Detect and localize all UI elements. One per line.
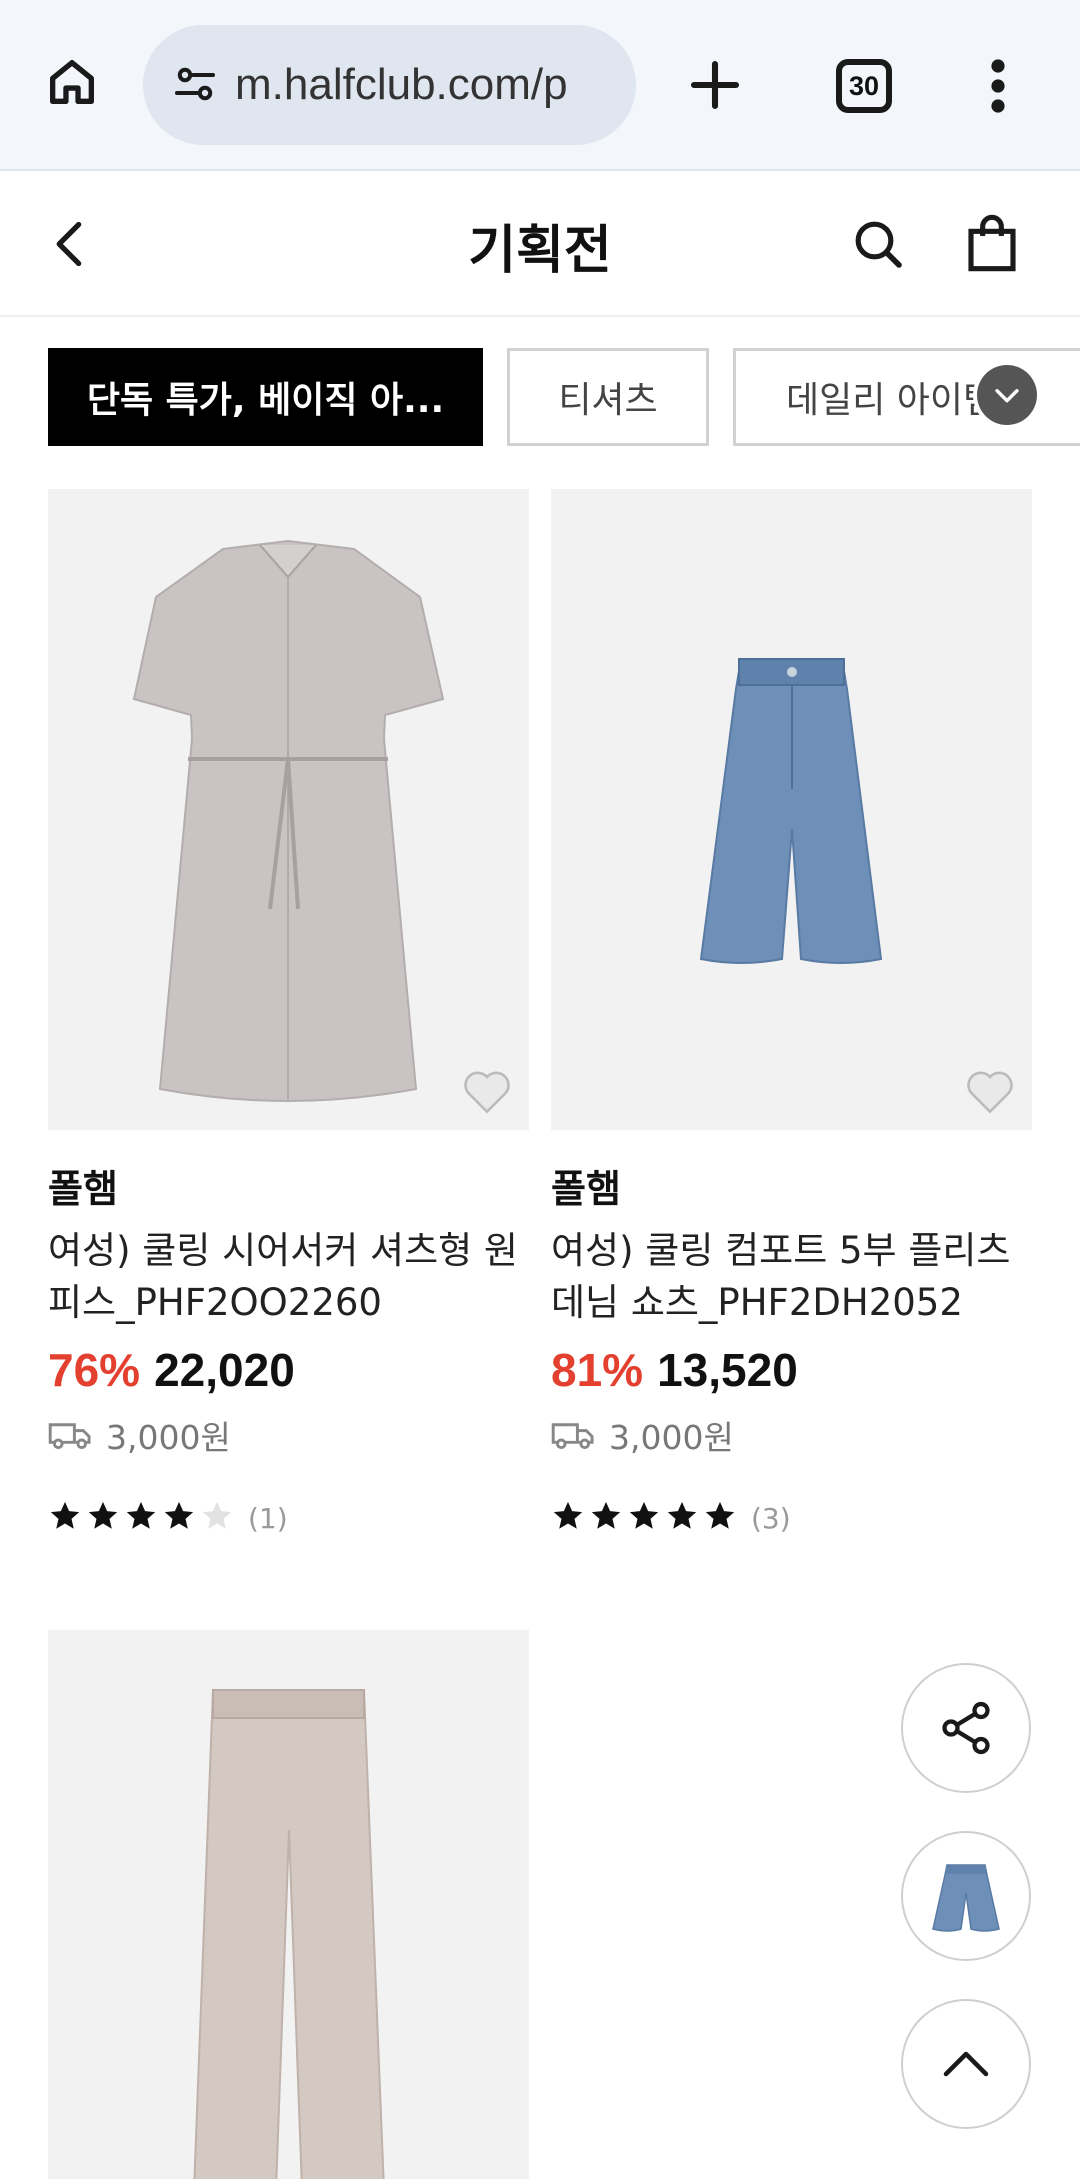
star-filled-icon: [164, 1501, 194, 1529]
tune-icon[interactable]: [165, 55, 225, 115]
star-filled-icon: [667, 1501, 697, 1529]
star-filled-icon: [629, 1501, 659, 1529]
discount-rate: 81%: [551, 1344, 644, 1396]
star-rating: [551, 1499, 741, 1537]
review-count: (3): [751, 1501, 791, 1535]
url-text[interactable]: m.halfclub.com/p: [235, 60, 568, 110]
chip-active[interactable]: 단독 특가, 베이직 아...: [48, 348, 483, 446]
star-filled-icon: [705, 1501, 735, 1529]
shipping-row: 3,000원: [48, 1411, 529, 1459]
star-filled-icon: [50, 1501, 80, 1529]
product-card[interactable]: 폴햄 여성) 쿨링 시어서커 셔츠형 원피스_PHF2OO2260 76% 22…: [48, 489, 529, 1537]
star-filled-icon: [553, 1501, 583, 1529]
star-rating: [48, 1499, 238, 1537]
shipping-fee: 3,000원: [106, 1418, 231, 1457]
product-image-dress[interactable]: [48, 489, 529, 1130]
product-image-denim-shorts[interactable]: [551, 489, 1032, 1130]
product-card[interactable]: [48, 1630, 529, 2179]
more-vert-icon[interactable]: [978, 55, 1018, 117]
app-header: 기획전: [0, 172, 1080, 317]
product-brand: 폴햄: [48, 1167, 118, 1211]
product-brand: 폴햄: [551, 1167, 621, 1211]
tab-switcher-button[interactable]: 30: [836, 59, 892, 113]
shopping-bag-icon[interactable]: [960, 208, 1024, 278]
chevron-down-icon[interactable]: [977, 365, 1037, 425]
sale-price: 22,020: [154, 1344, 295, 1396]
price-row: 76% 22,020: [48, 1343, 529, 1397]
recent-item-thumbnail[interactable]: [901, 1831, 1031, 1961]
share-icon: [942, 1701, 990, 1755]
category-chip-row: 단독 특가, 베이직 아... 티셔츠 데일리 아이템: [0, 348, 1080, 446]
star-filled-icon: [591, 1501, 621, 1529]
browser-toolbar: m.halfclub.com/p 30: [0, 0, 1080, 171]
product-name[interactable]: 여성) 쿨링 컴포트 5부 플리츠 데님 쇼츠_PHF2DH2052: [551, 1225, 1032, 1329]
page-title: 기획전: [468, 221, 612, 281]
product-image-pants[interactable]: [48, 1630, 529, 2179]
star-empty-icon: [202, 1501, 232, 1529]
search-icon[interactable]: [846, 212, 910, 276]
share-button[interactable]: [901, 1663, 1031, 1793]
truck-icon: [551, 1423, 594, 1450]
new-tab-icon[interactable]: [680, 50, 750, 120]
rating-row: (3): [551, 1499, 1032, 1537]
sale-price: 13,520: [657, 1344, 798, 1396]
wishlist-heart-icon[interactable]: [461, 1066, 513, 1114]
wishlist-heart-icon[interactable]: [964, 1066, 1016, 1114]
chevron-up-icon: [943, 2051, 989, 2077]
product-card[interactable]: 폴햄 여성) 쿨링 컴포트 5부 플리츠 데님 쇼츠_PHF2DH2052 81…: [551, 489, 1032, 1537]
shipping-fee: 3,000원: [609, 1418, 734, 1457]
home-icon[interactable]: [40, 50, 104, 114]
shipping-row: 3,000원: [551, 1411, 1032, 1459]
scroll-top-button[interactable]: [901, 1999, 1031, 2129]
price-row: 81% 13,520: [551, 1343, 1032, 1397]
star-filled-icon: [88, 1501, 118, 1529]
star-filled-icon: [126, 1501, 156, 1529]
chip-tshirts[interactable]: 티셔츠: [507, 348, 709, 446]
review-count: (1): [248, 1501, 288, 1535]
product-name[interactable]: 여성) 쿨링 시어서커 셔츠형 원피스_PHF2OO2260: [48, 1225, 529, 1329]
discount-rate: 76%: [48, 1344, 141, 1396]
rating-row: (1): [48, 1499, 529, 1537]
address-bar[interactable]: m.halfclub.com/p: [143, 25, 636, 145]
truck-icon: [48, 1423, 91, 1450]
